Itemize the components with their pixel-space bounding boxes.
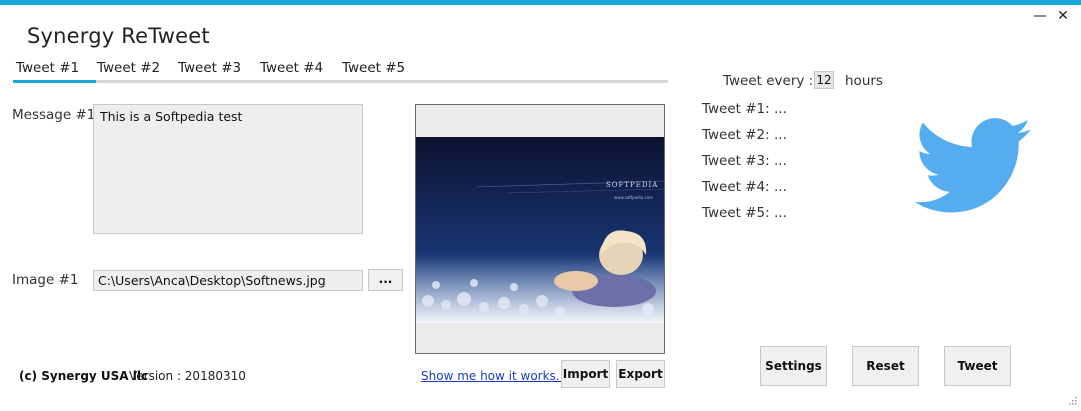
message-label: Message #1 — [12, 107, 96, 123]
reset-button[interactable]: Reset — [852, 346, 919, 386]
tab-tweet-4[interactable]: Tweet #4 — [260, 58, 323, 78]
app-title: Synergy ReTweet — [27, 24, 210, 48]
image-label: Image #1 — [12, 272, 79, 288]
tab-tweet-3[interactable]: Tweet #3 — [178, 58, 241, 78]
help-link[interactable]: Show me how it works... — [421, 369, 567, 383]
resize-grip-icon[interactable] — [1067, 397, 1077, 407]
tweet-status-1: Tweet #1: ... — [702, 101, 787, 117]
twitter-bird-icon — [915, 118, 1032, 213]
interval-unit-label: hours — [845, 73, 883, 89]
tab-tweet-1[interactable]: Tweet #1 — [16, 58, 79, 78]
image-path-input[interactable]: C:\Users\Anca\Desktop\Softnews.jpg — [93, 270, 363, 291]
tweet-status-5: Tweet #5: ... — [702, 205, 787, 221]
settings-button[interactable]: Settings — [760, 346, 827, 386]
message-textarea[interactable]: This is a Softpedia test — [93, 104, 363, 234]
preview-banner-subtext: www.softpedia.com — [614, 195, 654, 200]
import-button[interactable]: Import — [561, 360, 610, 388]
tweet-status-2: Tweet #2: ... — [702, 127, 787, 143]
preview-banner-text: SOFTPEDIA — [606, 181, 659, 189]
minimize-button[interactable]: — — [1031, 7, 1049, 25]
tab-tweet-2[interactable]: Tweet #2 — [97, 58, 160, 78]
tweet-button[interactable]: Tweet — [944, 346, 1011, 386]
interval-input[interactable]: 12 — [814, 71, 834, 89]
tab-strip-divider — [13, 80, 668, 83]
window-top-accent-bar — [0, 0, 1081, 5]
tweet-status-3: Tweet #3: ... — [702, 153, 787, 169]
tab-tweet-5[interactable]: Tweet #5 — [342, 58, 405, 78]
version-text: Version : 20180310 — [129, 369, 246, 383]
preview-photo — [416, 105, 664, 353]
export-button[interactable]: Export — [616, 360, 665, 388]
tweet-every-label: Tweet every : — [723, 73, 814, 89]
image-preview: SOFTPEDIA www.softpedia.com — [415, 104, 665, 354]
browse-image-button[interactable]: ... — [368, 269, 403, 291]
active-tab-indicator — [13, 80, 96, 83]
close-button[interactable]: ✕ — [1054, 7, 1072, 25]
tweet-status-4: Tweet #4: ... — [702, 179, 787, 195]
